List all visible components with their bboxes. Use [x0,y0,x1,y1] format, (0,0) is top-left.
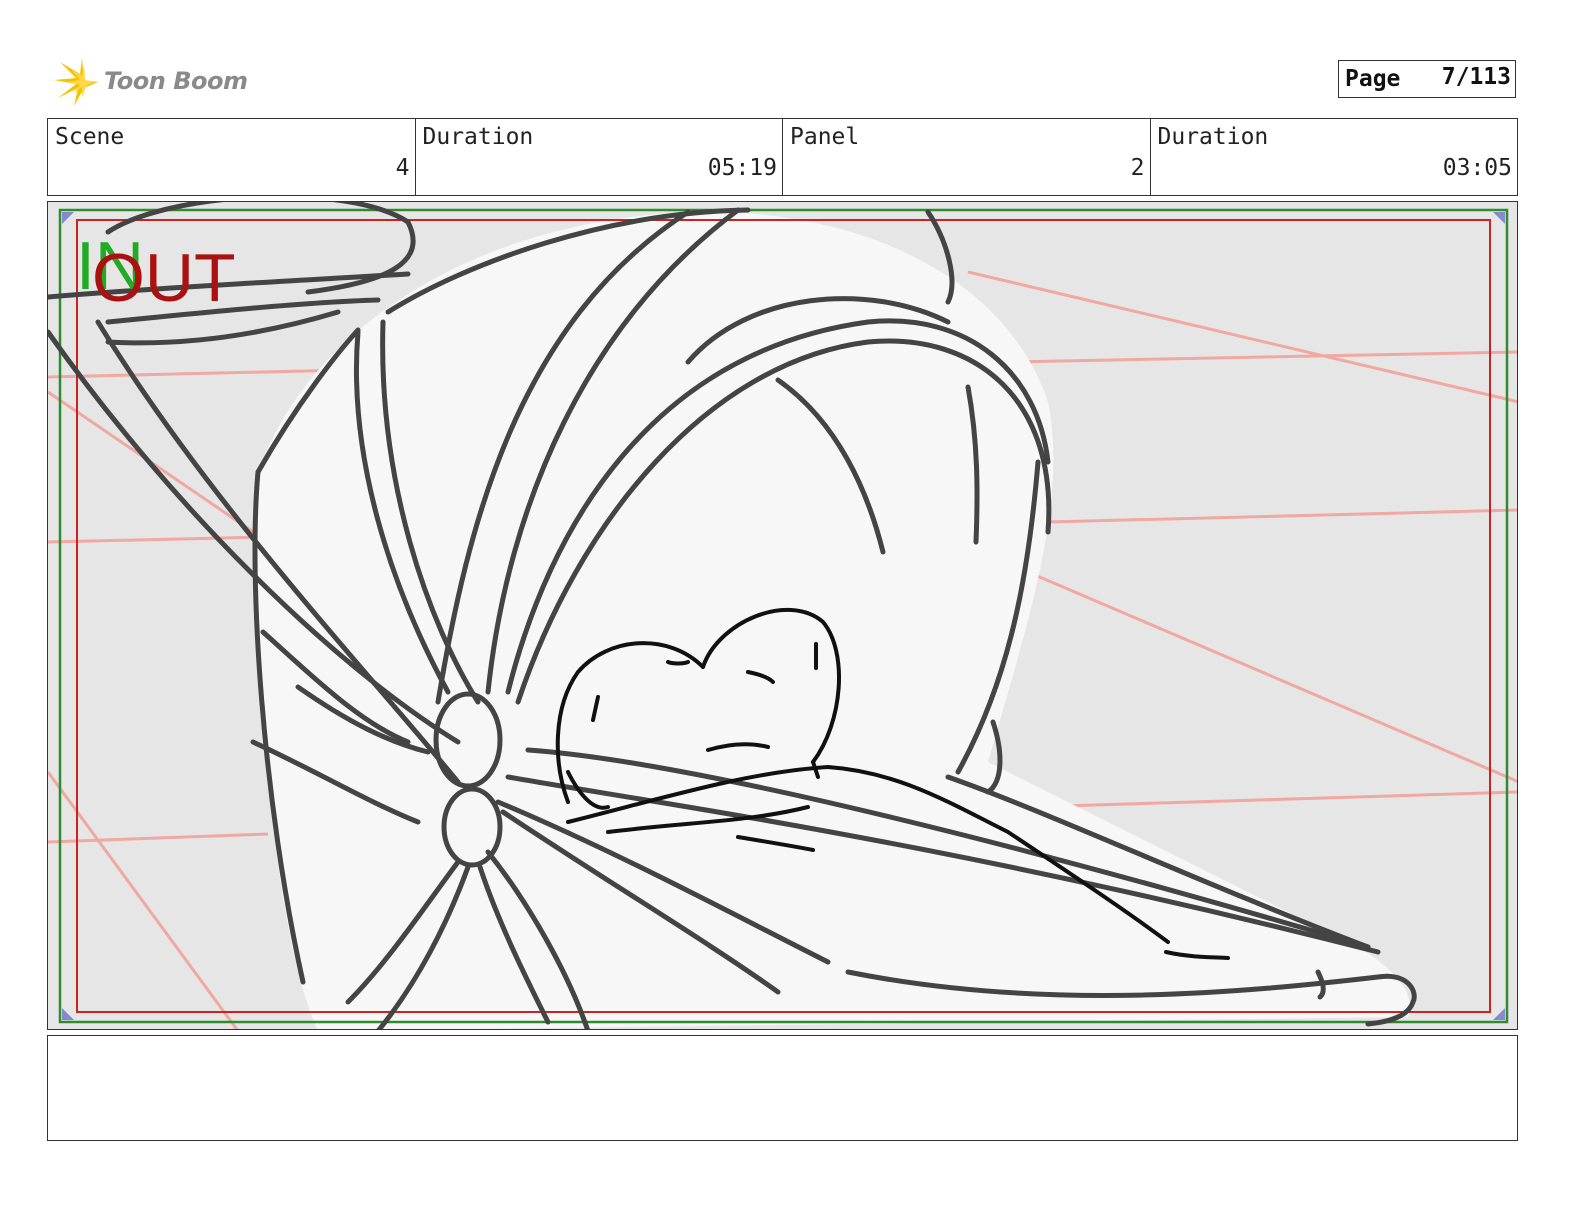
scene-duration-label: Duration [422,124,534,150]
panel-cell: Panel 2 [783,119,1151,195]
panel-value: 2 [1130,155,1145,181]
scene-duration-value: 05:19 [707,155,777,181]
panel-duration-cell: Duration 03:05 [1151,119,1518,195]
toon-boom-starburst-icon [54,58,98,106]
panel-duration-value: 03:05 [1442,155,1512,181]
scene-cell: Scene 4 [48,119,416,195]
scene-value: 4 [395,155,410,181]
panel-sketch [48,202,1517,1029]
panel-duration-label: Duration [1157,124,1269,150]
page-counter: Page 7/113 [1338,60,1516,98]
out-marker: OUT [92,240,236,316]
scene-label: Scene [55,124,125,150]
logo-text: Toon Boom [104,67,248,95]
page-label: Page [1345,66,1401,92]
panel-label: Panel [790,124,860,150]
storyboard-panel: IN OUT [47,201,1518,1030]
page-value: 7/113 [1441,64,1511,90]
toon-boom-logo: Toon Boom [52,54,252,110]
scene-duration-cell: Duration 05:19 [416,119,783,195]
info-table: Scene 4 Duration 05:19 Panel 2 Duration … [47,118,1518,196]
panel-notes[interactable] [47,1035,1518,1141]
